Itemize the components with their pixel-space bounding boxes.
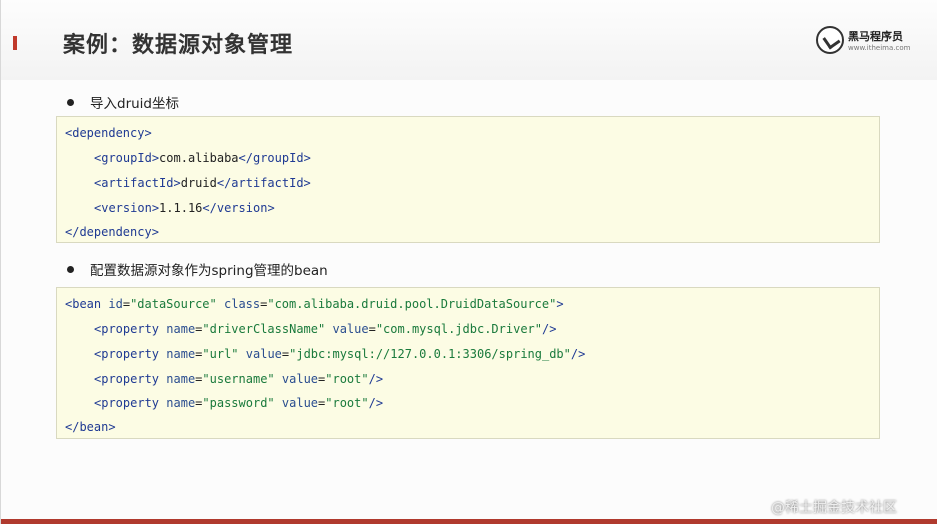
tag-name: dependency — [72, 126, 145, 140]
tag-name: bean — [79, 420, 109, 434]
title-accent-bar — [13, 36, 17, 50]
bullet-configure-bean: 配置数据源对象作为spring管理的bean — [67, 259, 328, 279]
attr-name: name — [166, 322, 196, 336]
bean-code-block: <bean id="dataSource" class="com.alibaba… — [56, 287, 880, 439]
tag-name: version — [101, 201, 152, 215]
tag-name: groupId — [101, 151, 152, 165]
slide-title: 案例：数据源对象管理 — [63, 33, 294, 58]
code-line-version: <version>1.1.16</version> — [94, 201, 275, 215]
logo-url: www.itheima.com — [848, 44, 911, 52]
tag-name: bean — [72, 297, 102, 311]
tag-name: dependency — [79, 225, 152, 239]
code-line-artifactid: <artifactId>druid</artifactId> — [94, 176, 311, 190]
attr-name: name — [166, 396, 196, 410]
attr-value: "username" — [202, 372, 275, 386]
attr-name: id — [108, 297, 123, 311]
brand-logo: 黑马程序员 www.itheima.com — [816, 24, 916, 60]
bullet-text: 配置数据源对象作为spring管理的bean — [90, 263, 328, 279]
attr-value: "root" — [325, 372, 369, 386]
attr-value: "url" — [202, 347, 239, 361]
code-line-property: <property name="url" value="jdbc:mysql:/… — [94, 347, 586, 361]
tag-name: property — [101, 347, 160, 361]
attr-name: value — [332, 322, 369, 336]
tag-name: groupId — [252, 151, 304, 165]
horse-logo-icon — [816, 26, 844, 54]
attr-value: "dataSource" — [130, 297, 217, 311]
tag-name: artifactId — [101, 176, 174, 190]
dependency-code-block: <dependency> <groupId>com.alibaba</group… — [56, 116, 880, 243]
attr-name: value — [281, 396, 319, 410]
attr-value: "password" — [202, 396, 275, 410]
code-line-property: <property name="driverClassName" value="… — [94, 322, 557, 336]
code-line-property: <property name="password" value="root"/> — [94, 396, 384, 410]
code-line-groupid: <groupId>com.alibaba</groupId> — [94, 151, 311, 165]
code-line-dependency-close: </dependency> — [65, 225, 159, 239]
tag-name: property — [101, 322, 160, 336]
attr-name: value — [245, 347, 282, 361]
code-line-dependency-open: <dependency> — [65, 126, 152, 140]
attr-name: name — [166, 347, 196, 361]
footer-accent-bar — [1, 519, 937, 524]
tag-name: artifactId — [231, 176, 304, 190]
bullet-dot-icon — [67, 265, 74, 273]
code-line-bean-close: </bean> — [65, 420, 116, 434]
watermark: @稀土掘金技术社区 — [771, 500, 897, 516]
attr-name: class — [224, 297, 261, 311]
tag-name: property — [101, 372, 160, 386]
attr-value: "com.alibaba.druid.pool.DruidDataSource" — [267, 297, 557, 311]
artifactid-value: druid — [180, 176, 217, 190]
code-line-bean-open: <bean id="dataSource" class="com.alibaba… — [65, 297, 564, 311]
tag-name: property — [101, 396, 160, 410]
bullet-import-druid: 导入druid坐标 — [67, 92, 179, 112]
logo-name: 黑马程序员 — [848, 30, 903, 43]
groupid-value: com.alibaba — [159, 151, 239, 165]
bullet-dot-icon — [67, 98, 74, 106]
tag-name: version — [216, 201, 268, 215]
attr-value: "driverClassName" — [202, 322, 326, 336]
slide: 案例：数据源对象管理 黑马程序员 www.itheima.com 导入druid… — [0, 0, 937, 524]
version-value: 1.1.16 — [159, 201, 203, 215]
attr-value: "jdbc:mysql://127.0.0.1:3306/spring_db" — [289, 347, 571, 361]
attr-value: "root" — [325, 396, 369, 410]
code-line-property: <property name="username" value="root"/> — [94, 372, 384, 386]
attr-name: name — [166, 372, 196, 386]
attr-value: "com.mysql.jdbc.Driver" — [375, 322, 542, 336]
bullet-text: 导入druid坐标 — [90, 96, 179, 112]
attr-name: value — [281, 372, 319, 386]
